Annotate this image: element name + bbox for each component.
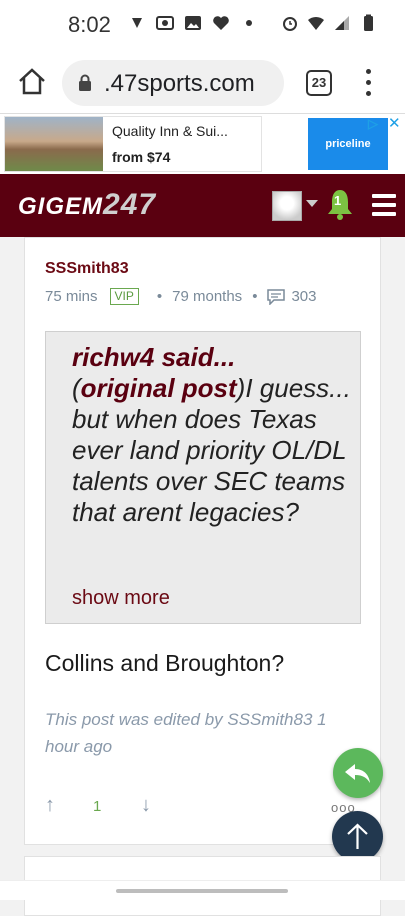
site-header: GIGEM247 1 xyxy=(0,174,405,237)
reply-button[interactable] xyxy=(333,748,383,798)
edit-note: This post was edited by SSSmith83 1 hour… xyxy=(45,710,327,756)
alarm-icon xyxy=(283,17,297,31)
ad-card[interactable]: Quality Inn & Sui... from $74 xyxy=(4,116,262,172)
notification-count: 1 xyxy=(334,193,342,208)
vip-badge: VIP xyxy=(109,288,139,305)
post-author[interactable]: SSSmith83 xyxy=(45,260,129,278)
separator-dot: • xyxy=(156,288,163,305)
url-text: .47sports.com xyxy=(104,70,255,97)
ad-title: Quality Inn & Sui... xyxy=(112,123,228,139)
post-body: Collins and Broughton? xyxy=(45,650,285,676)
signal-icon xyxy=(335,16,349,30)
menu-dot xyxy=(365,69,371,74)
downvote-arrow-icon[interactable]: ↓ xyxy=(141,794,151,817)
hamburger-line xyxy=(372,203,396,207)
home-gesture-pill[interactable] xyxy=(116,889,288,893)
post-meta: 75 mins VIP • 79 months • 303 xyxy=(45,288,316,305)
heart-icon xyxy=(213,16,229,30)
comment-icon xyxy=(267,288,286,305)
hamburger-menu-icon[interactable] xyxy=(372,194,396,216)
ad-price: from $74 xyxy=(112,149,171,165)
member-tenure: 79 months xyxy=(172,288,243,305)
quote-block: richw4 said... (original post)I guess...… xyxy=(45,331,361,624)
status-icons-right xyxy=(281,14,377,32)
app-notification-icon xyxy=(132,18,142,28)
dot-icon xyxy=(246,20,252,26)
scroll-to-top-button[interactable] xyxy=(332,811,383,862)
logo-text: GIGEM xyxy=(18,193,104,220)
original-post-link[interactable]: original post xyxy=(81,373,237,403)
hotel-image xyxy=(5,117,103,171)
vote-count: 1 xyxy=(93,798,102,815)
gesture-nav-bar xyxy=(0,880,405,900)
post-time: 75 mins xyxy=(45,288,98,305)
status-bar: 8:02 xyxy=(0,0,405,52)
comment-count: 303 xyxy=(291,288,317,305)
ad-choices-icon[interactable]: ▷ xyxy=(368,116,378,132)
status-time: 8:02 xyxy=(68,12,111,37)
image-icon xyxy=(185,16,201,30)
address-bar[interactable]: .47sports.com xyxy=(62,60,284,106)
tab-switcher-button[interactable]: 23 xyxy=(306,70,332,96)
site-logo[interactable]: GIGEM247 xyxy=(18,188,156,222)
upvote-arrow-icon[interactable]: ↑ xyxy=(45,794,55,817)
logo-number: 247 xyxy=(103,188,157,221)
arrow-up-icon xyxy=(347,823,368,849)
radio-icon xyxy=(156,16,174,30)
battery-icon xyxy=(364,14,373,31)
hamburger-line xyxy=(372,212,396,216)
menu-dot xyxy=(365,80,371,85)
chevron-down-icon[interactable] xyxy=(306,200,318,207)
browser-menu-button[interactable] xyxy=(358,66,378,100)
ad-close-icon[interactable]: ✕ xyxy=(388,114,401,132)
status-icons-left xyxy=(128,14,258,32)
separator-dot: • xyxy=(252,288,258,305)
avatar[interactable] xyxy=(272,191,302,221)
hamburger-line xyxy=(372,194,396,198)
home-icon[interactable] xyxy=(16,66,48,98)
lock-icon xyxy=(79,74,91,91)
quote-author[interactable]: richw4 said... xyxy=(72,342,235,372)
menu-dot xyxy=(365,91,371,96)
quote-text-block: richw4 said... (original post)I guess...… xyxy=(72,342,351,527)
show-more-link[interactable]: show more xyxy=(72,587,170,610)
post-card: SSSmith83 75 mins VIP • 79 months • 303 … xyxy=(24,237,381,845)
browser-toolbar: .47sports.com 23 xyxy=(0,52,405,114)
ad-banner[interactable]: Quality Inn & Sui... from $74 priceline … xyxy=(0,114,405,174)
reply-icon xyxy=(345,764,370,783)
wifi-icon xyxy=(308,16,324,30)
